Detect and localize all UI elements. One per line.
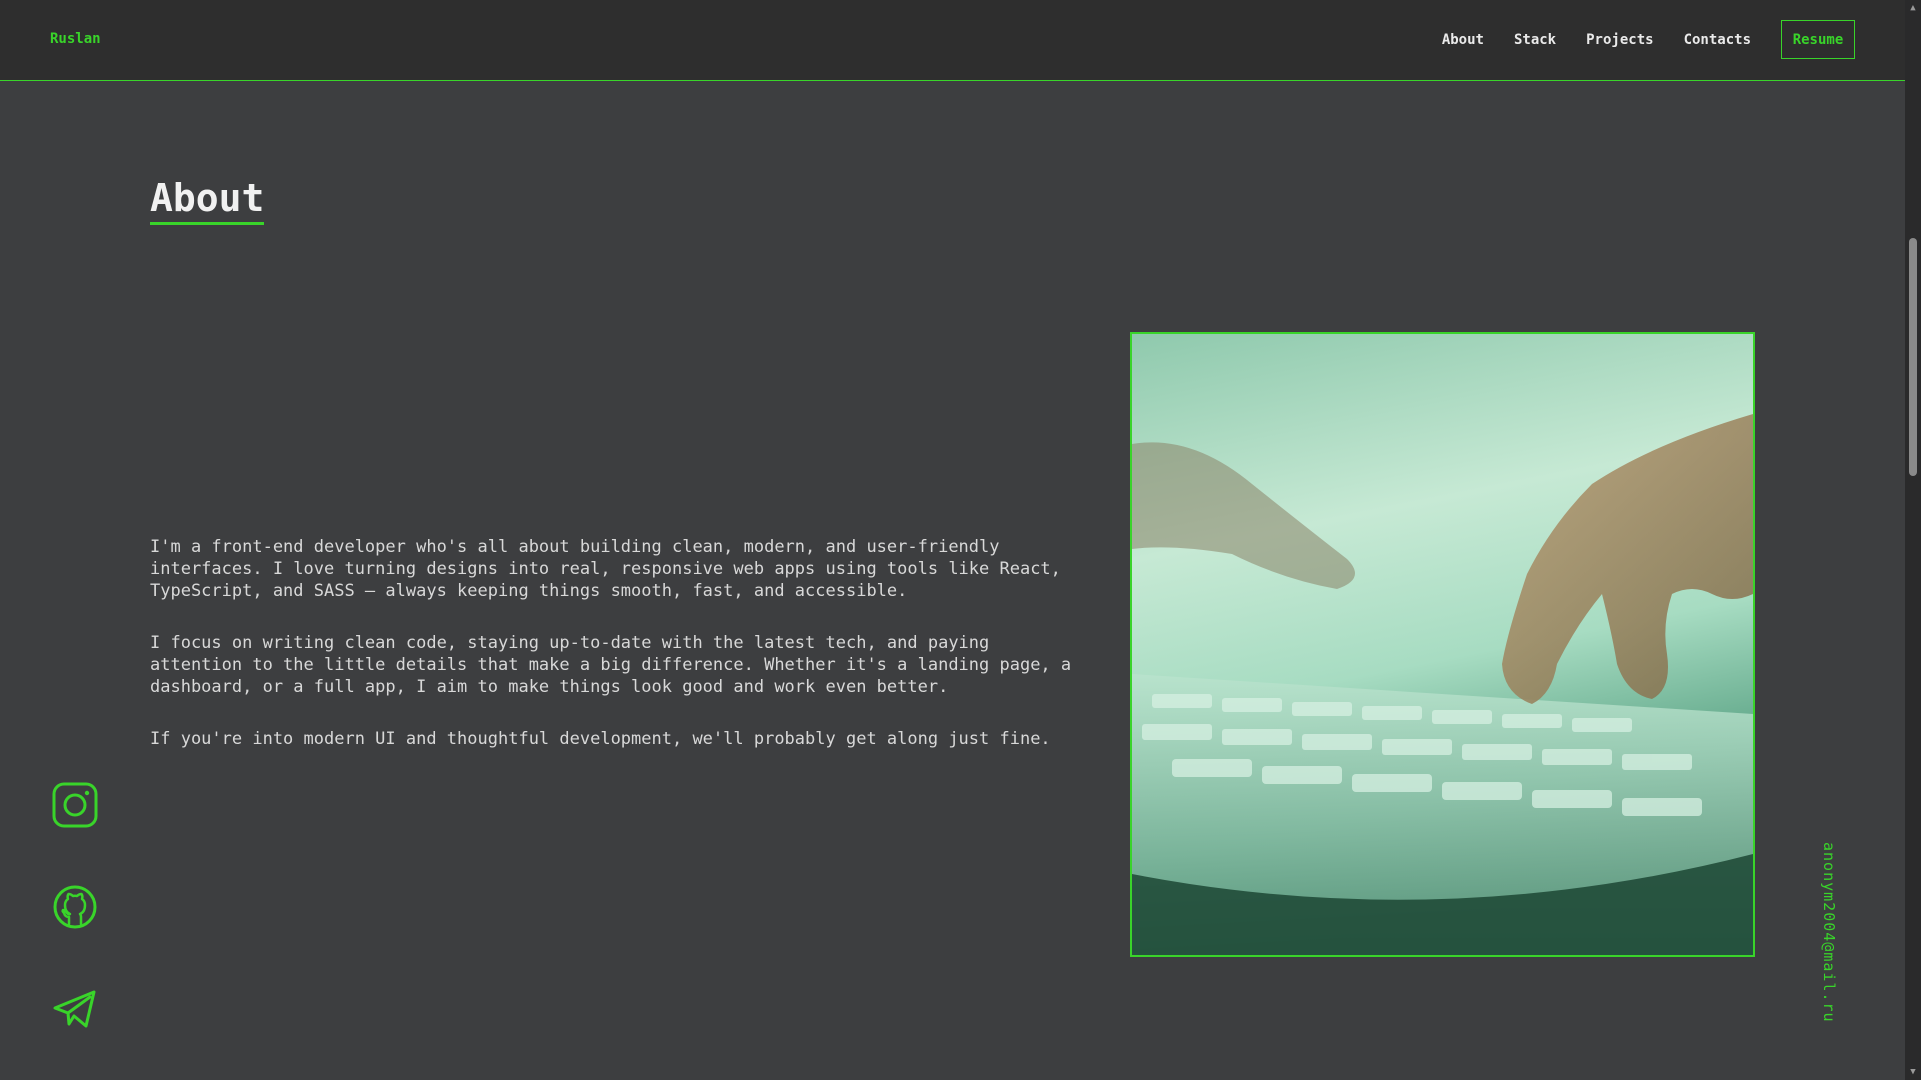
- logo-link[interactable]: Ruslan: [50, 31, 101, 47]
- email-link[interactable]: anonym2004@mail.ru: [1820, 842, 1838, 1023]
- about-title: About: [150, 176, 265, 225]
- nav-contacts[interactable]: Contacts: [1684, 32, 1751, 48]
- github-icon[interactable]: [52, 884, 98, 930]
- resume-button[interactable]: Resume: [1781, 20, 1855, 59]
- site-header: Ruslan About Stack Projects Contacts Res…: [0, 0, 1905, 81]
- social-links: [52, 782, 98, 1032]
- scroll-down-arrow-icon[interactable]: ▼: [1905, 1064, 1921, 1080]
- scroll-up-arrow-icon[interactable]: ▲: [1905, 0, 1921, 16]
- page-scrollbar[interactable]: ▲ ▼: [1905, 0, 1921, 1080]
- telegram-icon[interactable]: [52, 986, 98, 1032]
- about-paragraph-1: I'm a front-end developer who's all abou…: [150, 537, 1061, 601]
- about-photo: [1130, 332, 1755, 957]
- nav-projects[interactable]: Projects: [1586, 32, 1653, 48]
- nav-stack[interactable]: Stack: [1514, 32, 1556, 48]
- instagram-icon[interactable]: [52, 782, 98, 828]
- main-nav: About Stack Projects Contacts Resume: [1442, 20, 1855, 59]
- keyboard-typing-image: [1132, 334, 1753, 955]
- about-paragraph-2: I focus on writing clean code, staying u…: [150, 633, 1072, 697]
- about-paragraph-3: If you're into modern UI and thoughtful …: [150, 729, 1051, 749]
- scrollbar-thumb[interactable]: [1909, 238, 1917, 476]
- about-description: I'm a front-end developer who's all abou…: [150, 536, 1090, 780]
- nav-about[interactable]: About: [1442, 32, 1484, 48]
